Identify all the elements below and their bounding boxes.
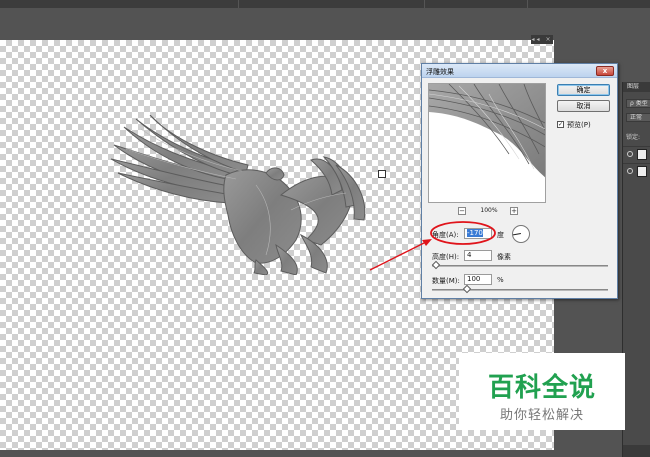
height-unit: 像素 bbox=[497, 253, 511, 261]
watermark-title: 百科全说 bbox=[487, 373, 596, 403]
dialog-title: 浮雕效果 bbox=[426, 68, 454, 76]
amount-input[interactable]: 100 bbox=[464, 274, 492, 285]
watermark-subtitle: 助你轻松解决 bbox=[499, 408, 584, 423]
preview-texture bbox=[429, 84, 545, 178]
layers-panel: 图层 ρ 类型 正常 锁定: bbox=[622, 82, 650, 457]
amount-row: 数量(M): 100 % bbox=[432, 274, 612, 286]
layer-filter-field[interactable]: ρ 类型 bbox=[626, 99, 650, 108]
dialog-titlebar[interactable]: 浮雕效果 x bbox=[422, 64, 617, 78]
height-row: 高度(H): 4 像素 bbox=[432, 250, 612, 262]
height-input[interactable]: 4 bbox=[464, 250, 492, 261]
zoom-in-button[interactable]: + bbox=[510, 207, 518, 215]
angle-row: 角度(A): -170 度 bbox=[432, 225, 612, 243]
layer-row[interactable] bbox=[623, 146, 650, 162]
slider-track bbox=[432, 265, 608, 267]
layers-panel-tab[interactable]: 图层 bbox=[623, 82, 650, 92]
angle-input[interactable]: -170 bbox=[464, 228, 492, 239]
amount-label: 数量(M): bbox=[432, 277, 460, 285]
toolbar-divider bbox=[424, 0, 425, 8]
eye-icon[interactable] bbox=[627, 151, 633, 157]
layers-panel-footer bbox=[623, 445, 650, 457]
watermark-logo: 百科全说 助你轻松解决 bbox=[459, 353, 625, 430]
lock-label: 锁定: bbox=[626, 134, 641, 141]
zoom-controls: − 100% + bbox=[458, 206, 518, 216]
toolbar-divider bbox=[238, 0, 239, 8]
zoom-out-button[interactable]: − bbox=[458, 207, 466, 215]
blend-mode-select[interactable]: 正常 bbox=[626, 113, 650, 122]
ok-button[interactable]: 确定 bbox=[557, 84, 610, 96]
amount-slider-thumb[interactable] bbox=[462, 284, 472, 294]
toolbar-divider bbox=[527, 0, 528, 8]
angle-label: 角度(A): bbox=[432, 231, 459, 239]
emboss-dialog: 浮雕效果 x − 100% + 确定 取消 ✓ 预览(P) 角度(A): -17… bbox=[421, 63, 618, 299]
preview-label: 预览(P) bbox=[567, 121, 591, 129]
angle-unit: 度 bbox=[497, 231, 504, 239]
layer-thumbnail bbox=[637, 166, 647, 177]
close-button[interactable]: x bbox=[596, 66, 614, 76]
eye-icon[interactable] bbox=[627, 168, 633, 174]
cancel-button[interactable]: 取消 bbox=[557, 100, 610, 112]
embossed-eagle-image bbox=[110, 115, 366, 275]
panel-collapse-button[interactable]: ◂◂ × bbox=[531, 35, 553, 44]
transform-handle[interactable] bbox=[378, 170, 386, 178]
height-slider[interactable] bbox=[431, 260, 608, 270]
height-slider-thumb[interactable] bbox=[431, 260, 440, 270]
slider-track bbox=[432, 289, 608, 291]
top-toolbar-strip bbox=[0, 0, 650, 8]
filter-preview[interactable] bbox=[428, 83, 546, 203]
amount-slider[interactable] bbox=[432, 284, 608, 294]
amount-unit: % bbox=[497, 276, 504, 284]
layer-thumbnail bbox=[637, 149, 647, 160]
preview-checkbox[interactable]: ✓ bbox=[557, 121, 564, 128]
layer-row[interactable] bbox=[623, 163, 650, 179]
angle-dial[interactable] bbox=[512, 225, 530, 243]
angle-dial-hand bbox=[512, 233, 521, 236]
zoom-level: 100% bbox=[480, 207, 498, 214]
